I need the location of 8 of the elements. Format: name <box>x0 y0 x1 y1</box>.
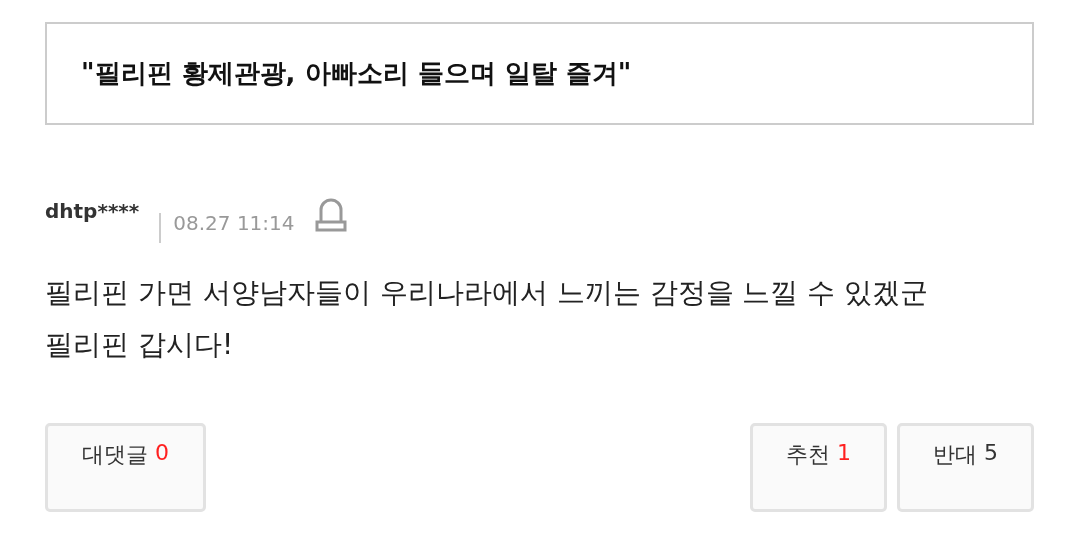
username: dhtp**** <box>45 199 140 223</box>
siren-icon[interactable] <box>314 197 347 233</box>
vote-button[interactable]: 반대 5 <box>897 423 1034 512</box>
vote-button[interactable]: 추천 1 <box>750 423 887 512</box>
timestamp: 08.27 11:14 <box>173 211 295 235</box>
headline: "필리핀 황제관광, 아빠소리 들으며 일탈 즐겨" <box>45 22 1034 125</box>
comment-text: 필리핀 가면 서양남자들이 우리나라에서 느끼는 감정을 느낄 수 있겠군 필리핀 갑시다! <box>45 275 930 363</box>
reply-button[interactable]: 대댓글 0 <box>45 423 206 512</box>
